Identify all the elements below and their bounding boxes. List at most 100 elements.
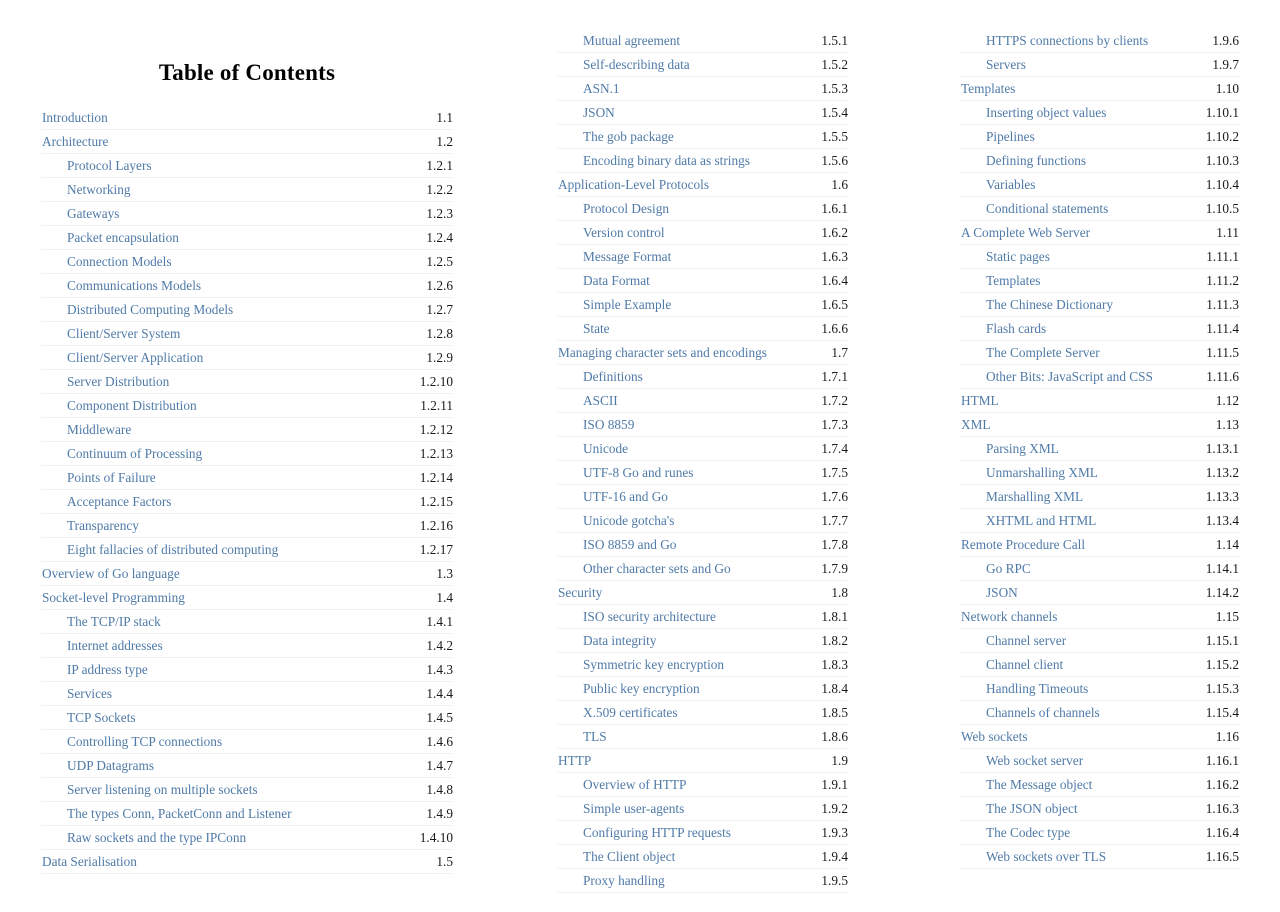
toc-entry-link[interactable]: Remote Procedure Call (960, 533, 1085, 556)
toc-entry-link[interactable]: The Message object (960, 773, 1092, 796)
toc-entry-link[interactable]: Architecture (41, 130, 108, 153)
toc-entry[interactable]: Protocol Layers 1.2.1 (41, 154, 453, 178)
toc-entry-link[interactable]: Application-Level Protocols (557, 173, 709, 196)
toc-entry-link[interactable]: ISO 8859 and Go (557, 533, 676, 556)
toc-entry[interactable]: Simple Example 1.6.5 (557, 293, 848, 317)
toc-entry[interactable]: Eight fallacies of distributed computing… (41, 538, 453, 562)
toc-entry-link[interactable]: IP address type (41, 658, 148, 681)
toc-entry-link[interactable]: Controlling TCP connections (41, 730, 222, 753)
toc-entry[interactable]: Internet addresses 1.4.2 (41, 634, 453, 658)
toc-entry[interactable]: JSON 1.14.2 (960, 581, 1239, 605)
toc-entry-link[interactable]: Network channels (960, 605, 1057, 628)
toc-entry[interactable]: HTML 1.12 (960, 389, 1239, 413)
toc-entry[interactable]: Templates 1.11.2 (960, 269, 1239, 293)
toc-entry[interactable]: Component Distribution 1.2.11 (41, 394, 453, 418)
toc-entry[interactable]: Configuring HTTP requests 1.9.3 (557, 821, 848, 845)
toc-entry-link[interactable]: Go RPC (960, 557, 1031, 580)
toc-entry-link[interactable]: Unicode (557, 437, 628, 460)
toc-entry-link[interactable]: Message Format (557, 245, 671, 268)
toc-entry-link[interactable]: Client/Server Application (41, 346, 203, 369)
toc-entry[interactable]: Go RPC 1.14.1 (960, 557, 1239, 581)
toc-entry-link[interactable]: Data integrity (557, 629, 656, 652)
toc-entry-link[interactable]: Socket-level Programming (41, 586, 185, 609)
toc-entry[interactable]: Unicode 1.7.4 (557, 437, 848, 461)
toc-entry-link[interactable]: The Codec type (960, 821, 1070, 844)
toc-entry[interactable]: The types Conn, PacketConn and Listener 1… (41, 802, 453, 826)
toc-entry[interactable]: Message Format 1.6.3 (557, 245, 848, 269)
toc-entry[interactable]: Variables 1.10.4 (960, 173, 1239, 197)
toc-entry[interactable]: Architecture 1.2 (41, 130, 453, 154)
toc-entry-link[interactable]: Public key encryption (557, 677, 700, 700)
toc-entry-link[interactable]: Security (557, 581, 602, 604)
toc-entry-link[interactable]: ISO 8859 (557, 413, 634, 436)
toc-entry-link[interactable]: TLS (557, 725, 607, 748)
toc-entry[interactable]: Encoding binary data as strings 1.5.6 (557, 149, 848, 173)
toc-entry[interactable]: The JSON object 1.16.3 (960, 797, 1239, 821)
toc-entry-link[interactable]: The Client object (557, 845, 675, 868)
toc-entry-link[interactable]: Definitions (557, 365, 643, 388)
toc-entry-link[interactable]: The TCP/IP stack (41, 610, 161, 633)
toc-entry[interactable]: Public key encryption 1.8.4 (557, 677, 848, 701)
toc-entry[interactable]: Networking 1.2.2 (41, 178, 453, 202)
toc-entry-link[interactable]: Marshalling XML (960, 485, 1083, 508)
toc-entry-link[interactable]: Pipelines (960, 125, 1035, 148)
toc-entry-link[interactable]: Other character sets and Go (557, 557, 731, 580)
toc-entry-link[interactable]: Eight fallacies of distributed computing (41, 538, 278, 561)
toc-entry-link[interactable]: XHTML and HTML (960, 509, 1096, 532)
toc-entry[interactable]: ASN.1 1.5.3 (557, 77, 848, 101)
toc-entry-link[interactable]: Channels of channels (960, 701, 1100, 724)
toc-entry[interactable]: Static pages 1.11.1 (960, 245, 1239, 269)
toc-entry[interactable]: X.509 certificates 1.8.5 (557, 701, 848, 725)
toc-entry-link[interactable]: HTTP (557, 749, 591, 772)
toc-entry-link[interactable]: Points of Failure (41, 466, 156, 489)
toc-entry[interactable]: The Message object 1.16.2 (960, 773, 1239, 797)
toc-entry[interactable]: ISO 8859 1.7.3 (557, 413, 848, 437)
toc-entry-link[interactable]: Simple user-agents (557, 797, 684, 820)
toc-entry[interactable]: Web sockets over TLS 1.16.5 (960, 845, 1239, 869)
toc-entry-link[interactable]: Self-describing data (557, 53, 690, 76)
toc-entry-link[interactable]: Templates (960, 77, 1015, 100)
toc-entry-link[interactable]: Server listening on multiple sockets (41, 778, 258, 801)
toc-entry-link[interactable]: Encoding binary data as strings (557, 149, 750, 172)
toc-entry[interactable]: Controlling TCP connections 1.4.6 (41, 730, 453, 754)
toc-entry-link[interactable]: Channel server (960, 629, 1066, 652)
toc-entry[interactable]: ISO security architecture 1.8.1 (557, 605, 848, 629)
toc-entry-link[interactable]: TCP Sockets (41, 706, 136, 729)
toc-entry-link[interactable]: Server Distribution (41, 370, 169, 393)
toc-entry-link[interactable]: Handling Timeouts (960, 677, 1088, 700)
toc-entry[interactable]: Servers 1.9.7 (960, 53, 1239, 77)
toc-entry-link[interactable]: HTTPS connections by clients (960, 29, 1148, 52)
toc-entry[interactable]: Data integrity 1.8.2 (557, 629, 848, 653)
toc-entry[interactable]: Raw sockets and the type IPConn 1.4.10 (41, 826, 453, 850)
toc-entry-link[interactable]: Communications Models (41, 274, 201, 297)
toc-entry[interactable]: Distributed Computing Models 1.2.7 (41, 298, 453, 322)
toc-entry[interactable]: Managing character sets and encodings 1.7 (557, 341, 848, 365)
toc-entry[interactable]: The Client object 1.9.4 (557, 845, 848, 869)
toc-entry[interactable]: Self-describing data 1.5.2 (557, 53, 848, 77)
toc-entry[interactable]: Unicode gotcha's 1.7.7 (557, 509, 848, 533)
toc-entry-link[interactable]: Parsing XML (960, 437, 1059, 460)
toc-entry-link[interactable]: Other Bits: JavaScript and CSS (960, 365, 1153, 388)
toc-entry-link[interactable]: State (557, 317, 610, 340)
toc-entry-link[interactable]: HTML (960, 389, 999, 412)
toc-entry[interactable]: TLS 1.8.6 (557, 725, 848, 749)
toc-entry-link[interactable]: Simple Example (557, 293, 671, 316)
toc-entry[interactable]: Simple user-agents 1.9.2 (557, 797, 848, 821)
toc-entry[interactable]: JSON 1.5.4 (557, 101, 848, 125)
toc-entry[interactable]: Application-Level Protocols 1.6 (557, 173, 848, 197)
toc-entry[interactable]: Services 1.4.4 (41, 682, 453, 706)
toc-entry-link[interactable]: Transparency (41, 514, 139, 537)
toc-entry[interactable]: A Complete Web Server 1.11 (960, 221, 1239, 245)
toc-entry[interactable]: State 1.6.6 (557, 317, 848, 341)
toc-entry-link[interactable]: JSON (960, 581, 1018, 604)
toc-entry[interactable]: Packet encapsulation 1.2.4 (41, 226, 453, 250)
toc-entry[interactable]: Middleware 1.2.12 (41, 418, 453, 442)
toc-entry[interactable]: Other character sets and Go 1.7.9 (557, 557, 848, 581)
toc-entry-link[interactable]: Unicode gotcha's (557, 509, 674, 532)
toc-entry-link[interactable]: Overview of Go language (41, 562, 180, 585)
toc-entry[interactable]: Defining functions 1.10.3 (960, 149, 1239, 173)
toc-entry[interactable]: Web sockets 1.16 (960, 725, 1239, 749)
toc-entry[interactable]: Continuum of Processing 1.2.13 (41, 442, 453, 466)
toc-entry[interactable]: Connection Models 1.2.5 (41, 250, 453, 274)
toc-entry[interactable]: Marshalling XML 1.13.3 (960, 485, 1239, 509)
